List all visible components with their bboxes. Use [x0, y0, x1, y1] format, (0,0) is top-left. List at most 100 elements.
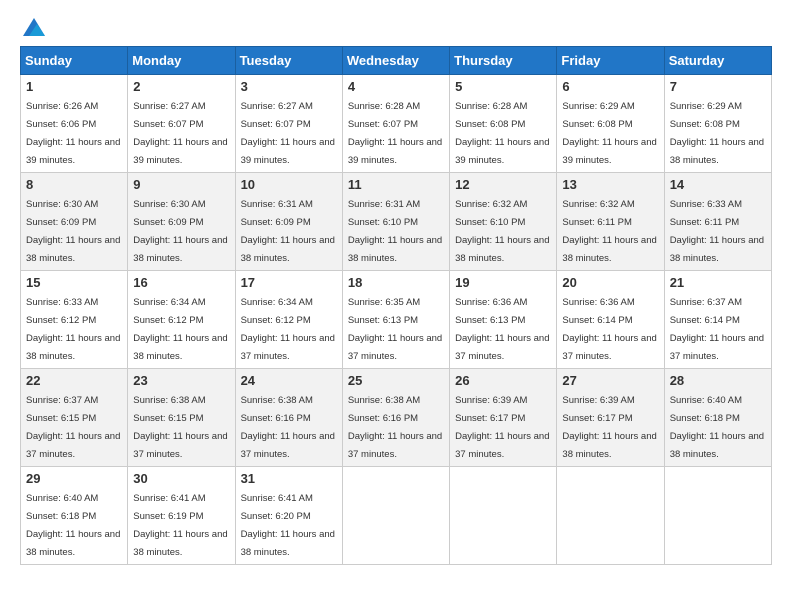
day-info: Sunrise: 6:34 AMSunset: 6:12 PMDaylight:…	[241, 297, 335, 362]
day-info: Sunrise: 6:27 AMSunset: 6:07 PMDaylight:…	[133, 101, 227, 166]
day-number: 19	[455, 275, 551, 290]
logo-icon	[23, 18, 45, 36]
calendar-cell: 1 Sunrise: 6:26 AMSunset: 6:06 PMDayligh…	[21, 75, 128, 173]
calendar-cell: 16 Sunrise: 6:34 AMSunset: 6:12 PMDaylig…	[128, 271, 235, 369]
day-info: Sunrise: 6:40 AMSunset: 6:18 PMDaylight:…	[26, 493, 120, 558]
calendar-cell: 23 Sunrise: 6:38 AMSunset: 6:15 PMDaylig…	[128, 369, 235, 467]
day-info: Sunrise: 6:29 AMSunset: 6:08 PMDaylight:…	[562, 101, 656, 166]
calendar-cell: 29 Sunrise: 6:40 AMSunset: 6:18 PMDaylig…	[21, 467, 128, 565]
day-number: 15	[26, 275, 122, 290]
day-info: Sunrise: 6:26 AMSunset: 6:06 PMDaylight:…	[26, 101, 120, 166]
calendar-week-row: 1 Sunrise: 6:26 AMSunset: 6:06 PMDayligh…	[21, 75, 772, 173]
day-info: Sunrise: 6:39 AMSunset: 6:17 PMDaylight:…	[455, 395, 549, 460]
day-number: 13	[562, 177, 658, 192]
day-info: Sunrise: 6:40 AMSunset: 6:18 PMDaylight:…	[670, 395, 764, 460]
day-info: Sunrise: 6:33 AMSunset: 6:12 PMDaylight:…	[26, 297, 120, 362]
calendar-cell	[342, 467, 449, 565]
logo	[20, 20, 45, 36]
day-info: Sunrise: 6:28 AMSunset: 6:08 PMDaylight:…	[455, 101, 549, 166]
day-number: 10	[241, 177, 337, 192]
calendar-week-row: 15 Sunrise: 6:33 AMSunset: 6:12 PMDaylig…	[21, 271, 772, 369]
calendar-cell: 5 Sunrise: 6:28 AMSunset: 6:08 PMDayligh…	[450, 75, 557, 173]
calendar-cell: 31 Sunrise: 6:41 AMSunset: 6:20 PMDaylig…	[235, 467, 342, 565]
day-info: Sunrise: 6:37 AMSunset: 6:14 PMDaylight:…	[670, 297, 764, 362]
calendar-cell: 4 Sunrise: 6:28 AMSunset: 6:07 PMDayligh…	[342, 75, 449, 173]
calendar-cell: 24 Sunrise: 6:38 AMSunset: 6:16 PMDaylig…	[235, 369, 342, 467]
day-number: 27	[562, 373, 658, 388]
calendar-table: SundayMondayTuesdayWednesdayThursdayFrid…	[20, 46, 772, 565]
day-number: 6	[562, 79, 658, 94]
calendar-cell	[664, 467, 771, 565]
calendar-cell: 19 Sunrise: 6:36 AMSunset: 6:13 PMDaylig…	[450, 271, 557, 369]
day-number: 16	[133, 275, 229, 290]
day-number: 14	[670, 177, 766, 192]
calendar-cell: 21 Sunrise: 6:37 AMSunset: 6:14 PMDaylig…	[664, 271, 771, 369]
day-number: 1	[26, 79, 122, 94]
calendar-day-header: Wednesday	[342, 47, 449, 75]
day-number: 20	[562, 275, 658, 290]
day-info: Sunrise: 6:30 AMSunset: 6:09 PMDaylight:…	[26, 199, 120, 264]
calendar-cell: 15 Sunrise: 6:33 AMSunset: 6:12 PMDaylig…	[21, 271, 128, 369]
day-info: Sunrise: 6:35 AMSunset: 6:13 PMDaylight:…	[348, 297, 442, 362]
day-info: Sunrise: 6:39 AMSunset: 6:17 PMDaylight:…	[562, 395, 656, 460]
calendar-cell: 17 Sunrise: 6:34 AMSunset: 6:12 PMDaylig…	[235, 271, 342, 369]
calendar-cell: 2 Sunrise: 6:27 AMSunset: 6:07 PMDayligh…	[128, 75, 235, 173]
day-info: Sunrise: 6:38 AMSunset: 6:16 PMDaylight:…	[348, 395, 442, 460]
calendar-week-row: 22 Sunrise: 6:37 AMSunset: 6:15 PMDaylig…	[21, 369, 772, 467]
calendar-cell: 27 Sunrise: 6:39 AMSunset: 6:17 PMDaylig…	[557, 369, 664, 467]
day-info: Sunrise: 6:28 AMSunset: 6:07 PMDaylight:…	[348, 101, 442, 166]
day-number: 5	[455, 79, 551, 94]
calendar-cell: 8 Sunrise: 6:30 AMSunset: 6:09 PMDayligh…	[21, 173, 128, 271]
calendar-week-row: 29 Sunrise: 6:40 AMSunset: 6:18 PMDaylig…	[21, 467, 772, 565]
calendar-cell: 26 Sunrise: 6:39 AMSunset: 6:17 PMDaylig…	[450, 369, 557, 467]
day-info: Sunrise: 6:41 AMSunset: 6:19 PMDaylight:…	[133, 493, 227, 558]
day-info: Sunrise: 6:37 AMSunset: 6:15 PMDaylight:…	[26, 395, 120, 460]
day-info: Sunrise: 6:30 AMSunset: 6:09 PMDaylight:…	[133, 199, 227, 264]
day-number: 7	[670, 79, 766, 94]
calendar-cell: 14 Sunrise: 6:33 AMSunset: 6:11 PMDaylig…	[664, 173, 771, 271]
day-number: 3	[241, 79, 337, 94]
day-number: 24	[241, 373, 337, 388]
calendar-cell: 12 Sunrise: 6:32 AMSunset: 6:10 PMDaylig…	[450, 173, 557, 271]
day-info: Sunrise: 6:32 AMSunset: 6:10 PMDaylight:…	[455, 199, 549, 264]
calendar-header-row: SundayMondayTuesdayWednesdayThursdayFrid…	[21, 47, 772, 75]
day-number: 23	[133, 373, 229, 388]
day-info: Sunrise: 6:31 AMSunset: 6:09 PMDaylight:…	[241, 199, 335, 264]
day-number: 28	[670, 373, 766, 388]
day-number: 11	[348, 177, 444, 192]
day-info: Sunrise: 6:36 AMSunset: 6:14 PMDaylight:…	[562, 297, 656, 362]
calendar-week-row: 8 Sunrise: 6:30 AMSunset: 6:09 PMDayligh…	[21, 173, 772, 271]
calendar-cell	[557, 467, 664, 565]
calendar-cell: 9 Sunrise: 6:30 AMSunset: 6:09 PMDayligh…	[128, 173, 235, 271]
day-info: Sunrise: 6:27 AMSunset: 6:07 PMDaylight:…	[241, 101, 335, 166]
calendar-cell: 13 Sunrise: 6:32 AMSunset: 6:11 PMDaylig…	[557, 173, 664, 271]
day-number: 8	[26, 177, 122, 192]
day-number: 2	[133, 79, 229, 94]
day-number: 31	[241, 471, 337, 486]
calendar-cell: 11 Sunrise: 6:31 AMSunset: 6:10 PMDaylig…	[342, 173, 449, 271]
calendar-cell: 22 Sunrise: 6:37 AMSunset: 6:15 PMDaylig…	[21, 369, 128, 467]
calendar-cell: 28 Sunrise: 6:40 AMSunset: 6:18 PMDaylig…	[664, 369, 771, 467]
day-number: 12	[455, 177, 551, 192]
day-number: 4	[348, 79, 444, 94]
day-info: Sunrise: 6:32 AMSunset: 6:11 PMDaylight:…	[562, 199, 656, 264]
day-info: Sunrise: 6:38 AMSunset: 6:15 PMDaylight:…	[133, 395, 227, 460]
day-info: Sunrise: 6:38 AMSunset: 6:16 PMDaylight:…	[241, 395, 335, 460]
day-number: 21	[670, 275, 766, 290]
calendar-cell: 25 Sunrise: 6:38 AMSunset: 6:16 PMDaylig…	[342, 369, 449, 467]
calendar-day-header: Tuesday	[235, 47, 342, 75]
day-info: Sunrise: 6:41 AMSunset: 6:20 PMDaylight:…	[241, 493, 335, 558]
calendar-cell: 6 Sunrise: 6:29 AMSunset: 6:08 PMDayligh…	[557, 75, 664, 173]
day-info: Sunrise: 6:31 AMSunset: 6:10 PMDaylight:…	[348, 199, 442, 264]
day-number: 18	[348, 275, 444, 290]
calendar-cell: 3 Sunrise: 6:27 AMSunset: 6:07 PMDayligh…	[235, 75, 342, 173]
day-number: 9	[133, 177, 229, 192]
calendar-cell: 7 Sunrise: 6:29 AMSunset: 6:08 PMDayligh…	[664, 75, 771, 173]
calendar-day-header: Thursday	[450, 47, 557, 75]
day-number: 22	[26, 373, 122, 388]
day-info: Sunrise: 6:29 AMSunset: 6:08 PMDaylight:…	[670, 101, 764, 166]
calendar-day-header: Monday	[128, 47, 235, 75]
calendar-cell: 10 Sunrise: 6:31 AMSunset: 6:09 PMDaylig…	[235, 173, 342, 271]
day-number: 25	[348, 373, 444, 388]
day-number: 17	[241, 275, 337, 290]
